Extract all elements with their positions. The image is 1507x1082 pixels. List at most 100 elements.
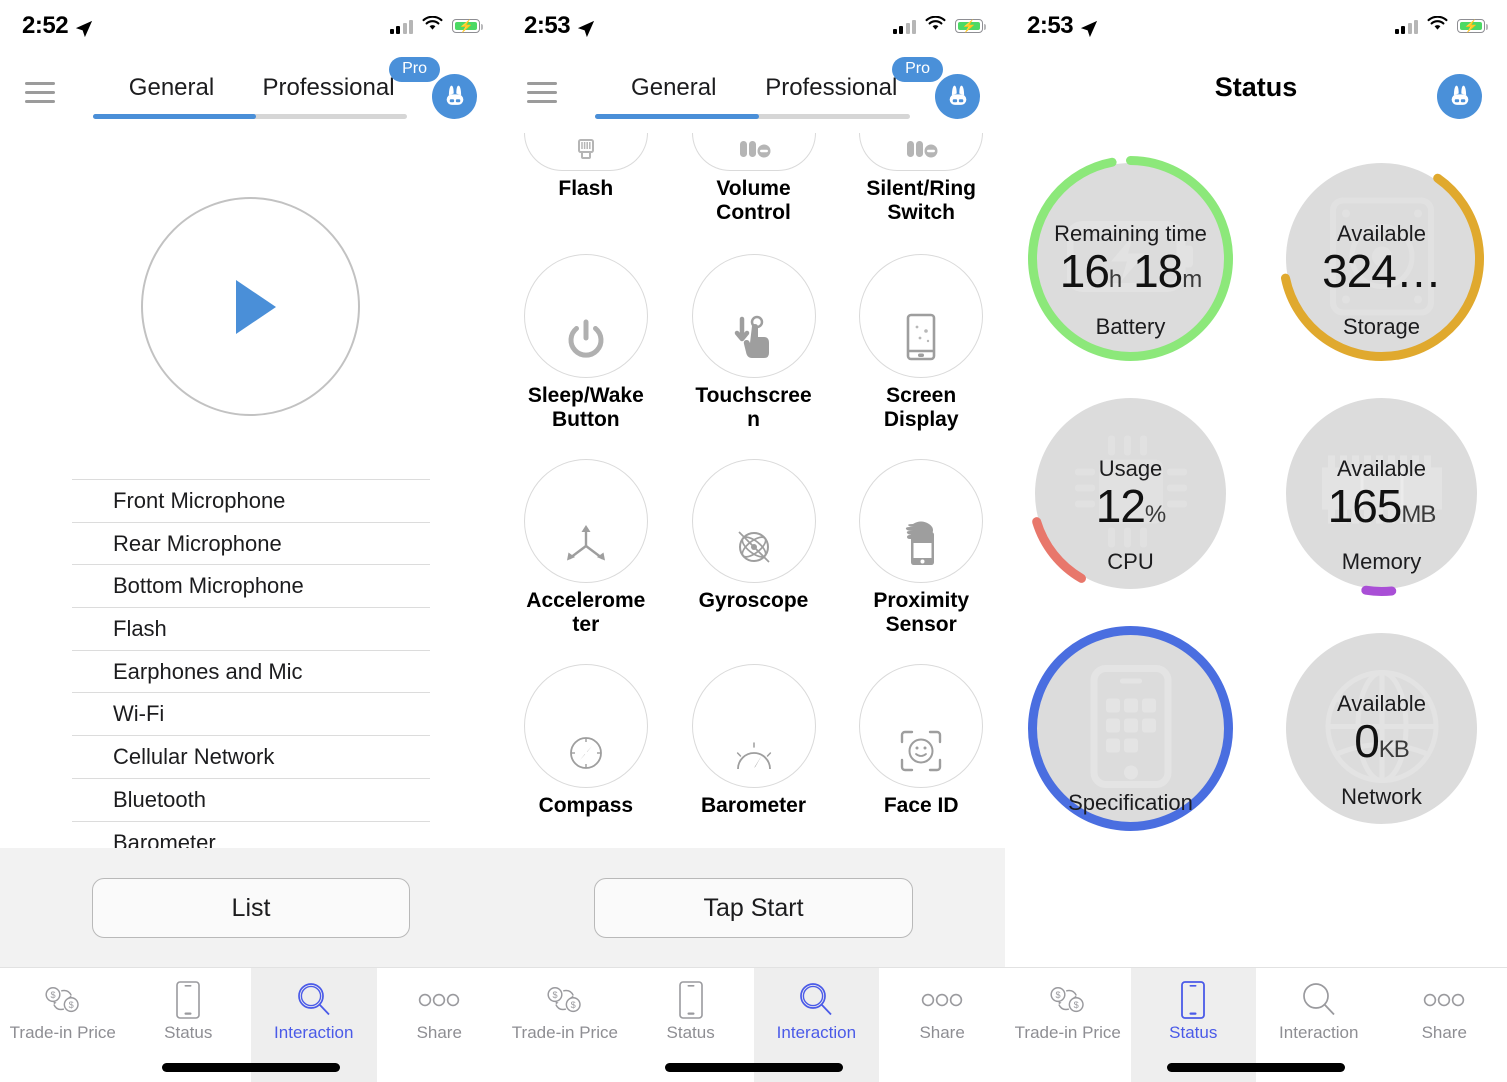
list-item[interactable]: Cellular Network: [72, 735, 430, 778]
dial-memory[interactable]: Available 165MB Memory: [1278, 390, 1485, 597]
trade-in-price-icon: $ $: [43, 979, 83, 1021]
dial-value-number: 324: [1322, 245, 1397, 298]
dial-battery[interactable]: Remaining time 16h 18m Battery: [1027, 155, 1234, 362]
tab-trade-in-price[interactable]: $ $ Trade-in Price: [502, 968, 628, 1082]
touch-hand-icon: [691, 254, 816, 379]
app-header: General Professional Pro: [0, 57, 502, 132]
component-list: Front Microphone Rear Microphone Bottom …: [72, 479, 430, 863]
grid-item-proximity-sensor[interactable]: Proximity Sensor: [837, 459, 1005, 636]
rabbit-logo-icon[interactable]: [432, 74, 477, 119]
grid-item-label: Face ID: [883, 794, 959, 818]
action-footer: Tap Start: [502, 848, 1005, 968]
dial-row: Usage 12% CPU Available 165MB Memory: [1005, 390, 1507, 597]
tab-share[interactable]: Share: [377, 968, 503, 1082]
list-item[interactable]: Flash: [72, 607, 430, 650]
tab-trade-in-price[interactable]: $ $ Trade-in Price: [1005, 968, 1131, 1082]
clock: 2:53: [524, 12, 571, 39]
dial-bottom-label: Storage: [1342, 314, 1421, 339]
play-button[interactable]: [141, 197, 360, 416]
tab-general[interactable]: General: [595, 74, 753, 102]
list-button[interactable]: List: [92, 878, 410, 938]
grid-item-flash[interactable]: Flash: [502, 133, 670, 224]
cellular-signal-icon: [1394, 19, 1418, 34]
segment-indicator: [595, 114, 759, 119]
grid-item-accelerometer[interactable]: Accelerometer: [502, 459, 670, 636]
dial-specification[interactable]: Specification: [1027, 625, 1234, 832]
dial-value-unit: KB: [1378, 736, 1410, 764]
pro-badge[interactable]: Pro: [389, 57, 440, 82]
grid-item-compass[interactable]: Compass: [502, 664, 670, 818]
grid-item-touchscreen[interactable]: Touchscreen: [670, 254, 838, 431]
status-bar: 2:53 ⚡: [502, 0, 1005, 52]
location-arrow-icon: [1080, 17, 1098, 38]
grid-item-gyroscope[interactable]: Gyroscope: [670, 459, 838, 636]
home-indicator: [162, 1063, 340, 1072]
compass-icon: [523, 664, 648, 789]
app-header: General Professional Pro: [502, 57, 1005, 132]
dial-network[interactable]: Available 0KB Network: [1278, 625, 1485, 832]
tab-label: Status: [1169, 1023, 1218, 1042]
list-item[interactable]: Front Microphone: [72, 479, 430, 522]
grid-row: Accelerometer Gyroscope Proximity Sensor: [502, 459, 1005, 636]
dial-cpu[interactable]: Usage 12% CPU: [1027, 390, 1234, 597]
grid-item-silent-ring-switch[interactable]: Silent/Ring Switch: [837, 133, 1005, 224]
dial-value-unit: h: [1108, 266, 1122, 294]
tab-label: Share: [416, 1023, 462, 1042]
phone-screen-status: 2:53 ⚡ Status Remaining time 16h 18m Bat…: [1005, 0, 1507, 1082]
trade-in-price-icon: $ $: [1048, 979, 1088, 1021]
list-item[interactable]: Wi-Fi: [72, 692, 430, 735]
grid-item-label: Proximity Sensor: [873, 589, 970, 636]
list-item[interactable]: Rear Microphone: [72, 521, 430, 565]
dial-value-unit: %: [1144, 501, 1166, 529]
wifi-icon: [925, 15, 946, 36]
location-arrow-icon: [75, 17, 93, 38]
hamburger-menu-icon[interactable]: [527, 82, 557, 103]
pro-badge[interactable]: Pro: [892, 57, 943, 82]
dial-storage[interactable]: Available 324… Storage: [1278, 155, 1485, 362]
tab-label: Share: [1421, 1023, 1467, 1042]
volume-buttons-icon: [691, 133, 816, 171]
home-indicator: [1167, 1063, 1345, 1072]
tab-general[interactable]: General: [93, 74, 250, 102]
tab-professional[interactable]: Professional: [250, 74, 407, 102]
hamburger-menu-icon[interactable]: [25, 82, 55, 103]
dial-bottom-label: Memory: [1341, 549, 1422, 574]
dial-value-unit: …: [1395, 245, 1442, 298]
tab-professional[interactable]: Professional: [753, 74, 911, 102]
feature-grid: Flash Volume Control Silent/Ring Switch: [502, 133, 1005, 818]
tab-label: Trade-in Price: [511, 1023, 618, 1042]
dial-bottom-label: Network: [1341, 784, 1422, 809]
magnifier-icon: [1301, 979, 1337, 1021]
cellular-signal-icon: [892, 19, 916, 34]
grid-item-sleep-wake-button[interactable]: Sleep/Wake Button: [502, 254, 670, 431]
grid-item-volume-control[interactable]: Volume Control: [670, 133, 838, 224]
tab-share[interactable]: Share: [879, 968, 1005, 1082]
dial-value-number: 12: [1095, 480, 1146, 533]
gyroscope-icon: [691, 459, 816, 584]
grid-item-face-id[interactable]: Face ID: [837, 664, 1005, 818]
tab-share[interactable]: Share: [1382, 968, 1507, 1082]
dial-top-label: Available: [1337, 691, 1426, 717]
dial-value-unit: MB: [1401, 501, 1436, 529]
dial-row: Remaining time 16h 18m Battery Available: [1005, 155, 1507, 362]
barometer-gauge-icon: [691, 664, 816, 789]
dial-top-label: Available: [1337, 221, 1426, 247]
grid-item-barometer[interactable]: Barometer: [670, 664, 838, 818]
list-item[interactable]: Earphones and Mic: [72, 649, 430, 693]
segment-control: General Professional: [93, 74, 407, 119]
list-item[interactable]: Bluetooth: [72, 777, 430, 821]
grid-item-screen-display[interactable]: Screen Display: [837, 254, 1005, 431]
segment-track: [595, 114, 910, 119]
tab-label: Status: [164, 1023, 213, 1042]
dial-bottom-label: CPU: [1107, 549, 1154, 574]
rabbit-logo-icon[interactable]: [935, 74, 980, 119]
tap-start-button[interactable]: Tap Start: [594, 878, 913, 938]
list-item[interactable]: Bottom Microphone: [72, 564, 430, 607]
power-icon: [523, 254, 648, 379]
wifi-icon: [422, 15, 443, 36]
tab-trade-in-price[interactable]: $ $ Trade-in Price: [0, 968, 126, 1082]
rabbit-logo-icon[interactable]: [1437, 74, 1482, 119]
grid-item-label: Gyroscope: [698, 589, 809, 613]
tab-label: Trade-in Price: [1014, 1023, 1121, 1042]
svg-text:$: $: [50, 990, 55, 1000]
